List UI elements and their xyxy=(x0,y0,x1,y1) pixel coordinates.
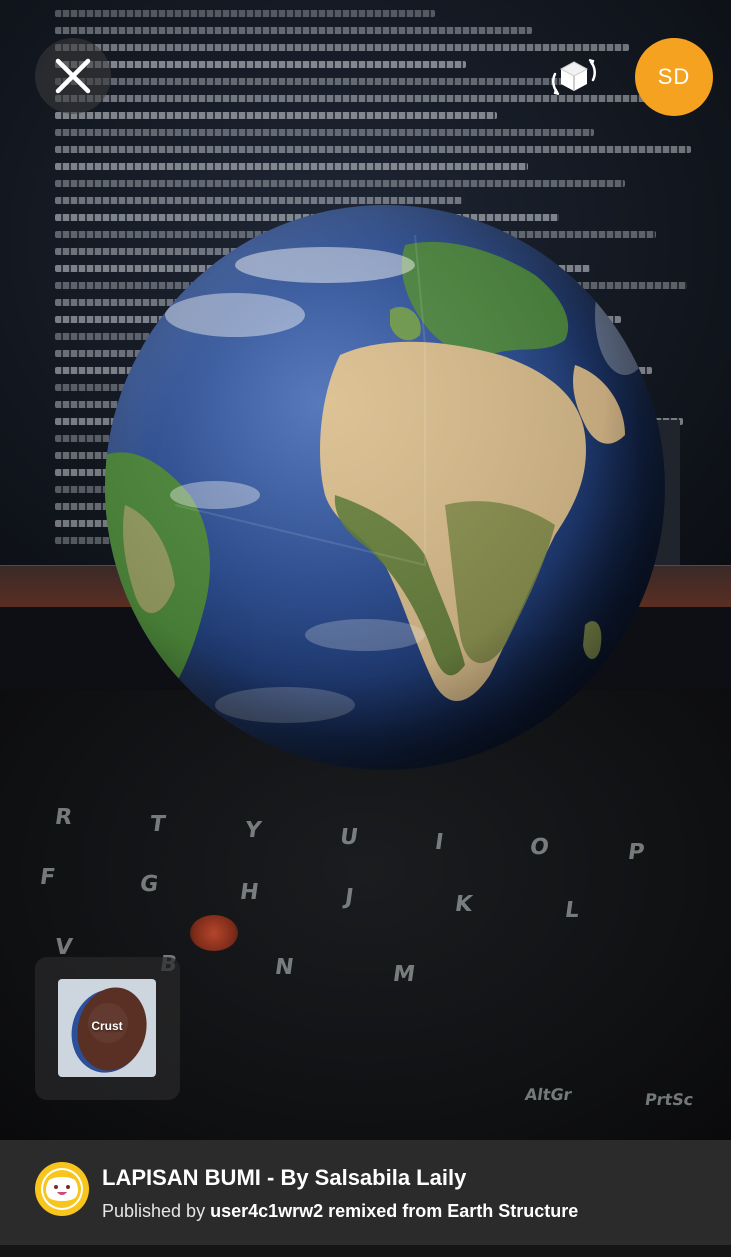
earth-globe-model[interactable] xyxy=(105,205,665,770)
close-button[interactable] xyxy=(35,38,111,114)
ar-cube-rotate-icon xyxy=(552,58,596,96)
background-red-light xyxy=(190,915,238,951)
background-code-line xyxy=(55,112,497,119)
merge-cube-logo-icon xyxy=(41,1168,83,1210)
ar-viewer: R T Y U I O P F G H J K L V B N M AltGr … xyxy=(0,0,731,1257)
publisher-logo[interactable] xyxy=(35,1162,89,1216)
layer-selector-panel: Crust xyxy=(35,957,180,1100)
avatar-initials: SD xyxy=(657,64,691,89)
publisher-line: Published by user4c1wrw2 remixed from Ea… xyxy=(102,1201,578,1222)
bottom-edge xyxy=(0,1245,731,1257)
globe-continents xyxy=(105,205,665,770)
background-code-line xyxy=(55,61,466,68)
user-avatar[interactable]: SD xyxy=(635,38,713,116)
background-code-line xyxy=(55,163,528,170)
close-icon xyxy=(55,58,91,94)
experience-title: LAPISAN BUMI - By Salsabila Laily xyxy=(102,1165,467,1190)
background-code-line xyxy=(55,146,691,153)
layer-thumbnail-label: Crust xyxy=(91,1019,123,1033)
background-code-line xyxy=(55,10,435,17)
background-code-line xyxy=(55,129,594,136)
background-code-line xyxy=(55,27,532,34)
ar-view-toggle-button[interactable] xyxy=(545,48,603,106)
published-prefix: Published by xyxy=(102,1201,206,1221)
background-code-line xyxy=(55,78,563,85)
background-code-line xyxy=(55,197,462,204)
background-code-line xyxy=(55,44,629,51)
layer-thumbnail-crust[interactable]: Crust xyxy=(58,979,156,1077)
background-code-line xyxy=(55,180,625,187)
publisher-name[interactable]: user4c1wrw2 remixed from Earth Structure xyxy=(210,1201,578,1221)
experience-info-bar xyxy=(0,1140,731,1245)
